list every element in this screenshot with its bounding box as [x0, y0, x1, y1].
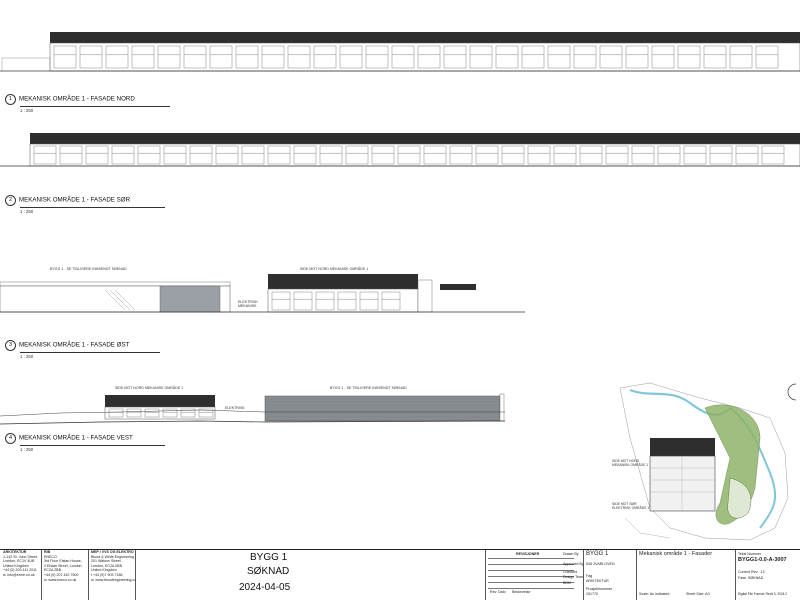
mep-info: MEP / VVS OG ELEKTRO Blood & White Engin…: [88, 550, 136, 600]
project-status: SØKNAD: [247, 566, 290, 577]
view-title-underline: [20, 106, 170, 107]
drawing-number: BYGG1-0.0-A-3007: [738, 557, 787, 563]
west-note-center: ELEKTRISK: [225, 406, 245, 410]
title-block: ARKITEKTUR 1-142 St. John Street, London,…: [0, 549, 800, 600]
view-title-underline: [20, 352, 160, 353]
facade-north-drawing: [0, 32, 800, 72]
architect-info: ARKITEKTUR 1-142 St. John Street, London,…: [0, 550, 42, 600]
view-title-underline: [20, 207, 165, 208]
view-title-west: 4 MEKANISK OMRÅDE 1 - FASADE VEST: [5, 433, 133, 444]
facade-east-drawing: [0, 274, 525, 313]
structural-info: RIB ENECO 3rd Floor Elstan House, 2 Elsta…: [41, 550, 89, 600]
view-number: 3: [5, 340, 16, 351]
view-title-east: 3 MEKANISK OMRÅDE 1 - FASADE ØST: [5, 340, 129, 351]
map-label-north: SIDE MOT NORD MEKANISK OMRÅDE 1: [612, 459, 649, 467]
view-scale: 1 : 250: [20, 447, 34, 452]
view-scale: 1 : 250: [20, 209, 34, 214]
drawing-number-box: Tekst Nummer BYGG1-0.0-A-3007 Current Re…: [738, 552, 788, 596]
view-title-south: 2 MEKANISK OMRÅDE 1 - FASADE SØR: [5, 195, 130, 206]
view-number: 1: [5, 94, 16, 105]
project-name: BYGG 1: [250, 552, 288, 563]
view-title-underline: [20, 445, 165, 446]
view-number: 2: [5, 195, 16, 206]
view-title-north: 1 MEKANISK OMRÅDE 1 - FASADE NORD: [5, 94, 135, 105]
view-number: 4: [5, 433, 16, 444]
view-scale: 1 : 250: [20, 108, 34, 113]
map-label-south: SIDE MOT SØR ELEKTRISK OMRÅDE 1: [612, 502, 650, 510]
facade-west-drawing: [0, 393, 506, 425]
facade-south-drawing: [0, 133, 800, 167]
project-stamp: BYGG 1 SØKNAD 2024-04-05: [135, 550, 486, 600]
drawing-sheet: 1 MEKANISK OMRÅDE 1 - FASADE NORD 1 : 250…: [0, 0, 800, 600]
revision-table: REVISJONER Rev Dato Beskrivelse Drawn By…: [488, 550, 584, 600]
east-note-center: ELEKTRISK MEKANISK: [238, 300, 258, 308]
project-details: BYGG 1 IND 2VARLOVEG Fag ARKITEKTUR Pros…: [583, 550, 637, 600]
sheet-info: Mekanisk område 1 - Fasader Scale: As in…: [636, 550, 736, 600]
project-date: 2024-04-05: [239, 582, 291, 593]
view-scale: 1 : 250: [20, 354, 34, 359]
